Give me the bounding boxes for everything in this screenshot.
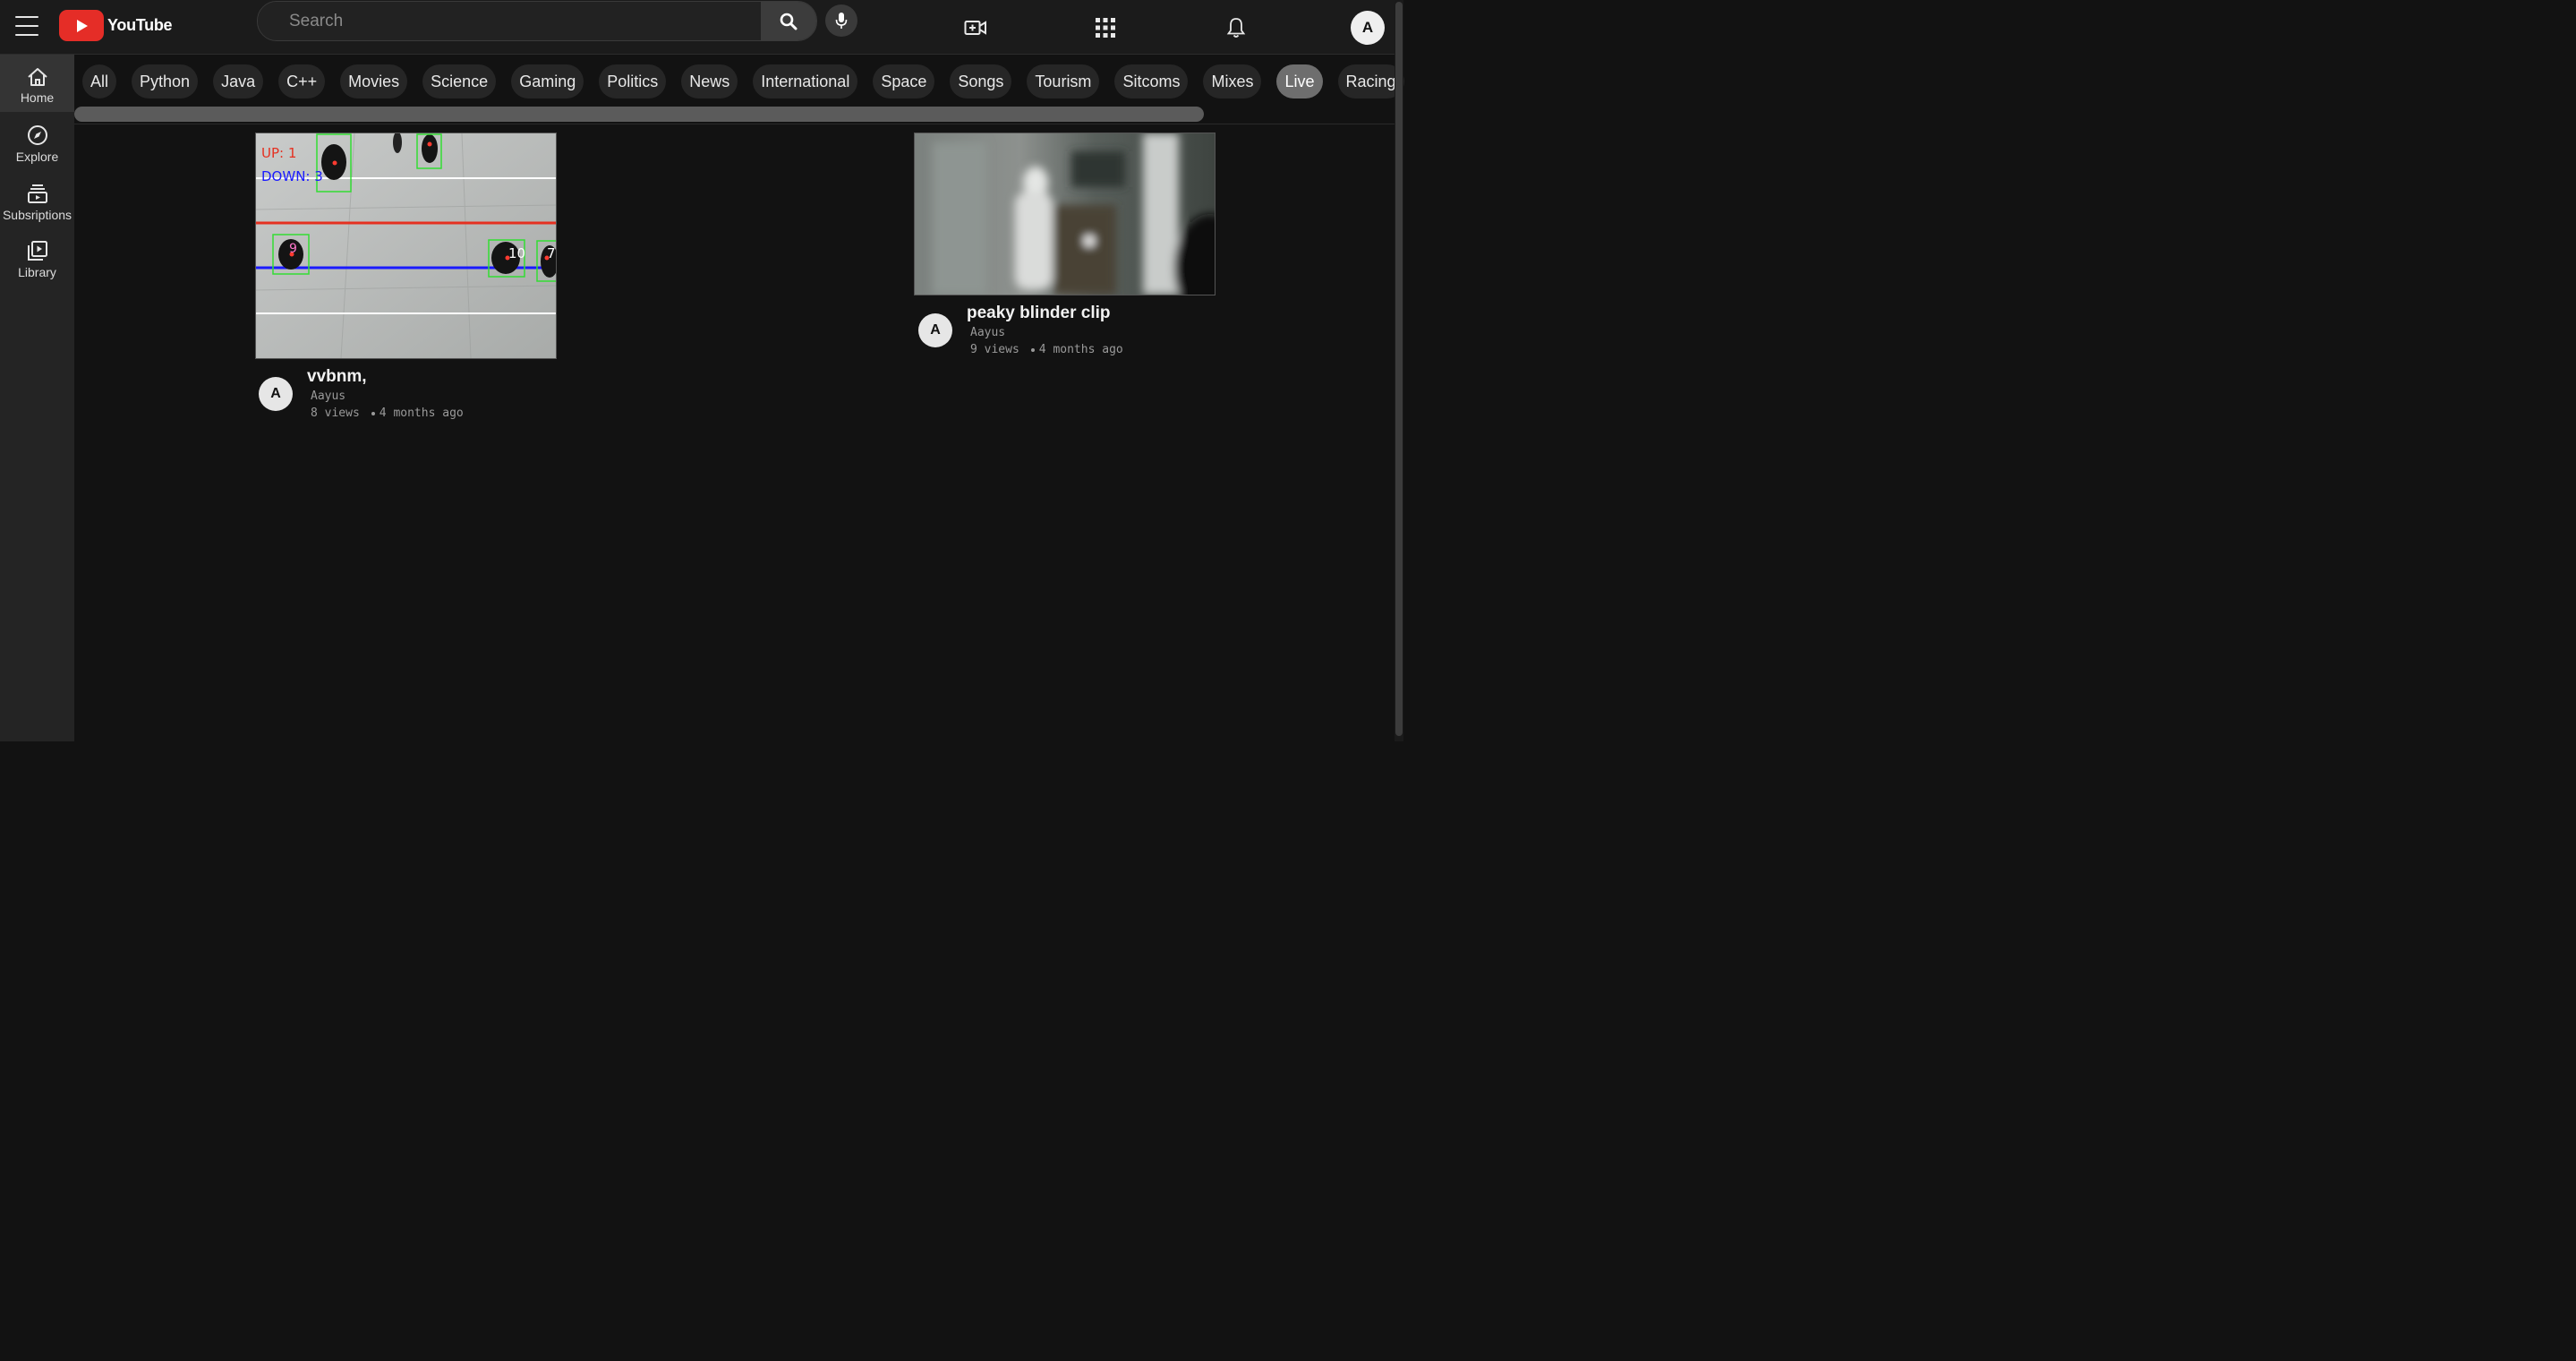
compass-icon [27,121,48,146]
chip-science[interactable]: Science [422,64,497,98]
subscriptions-icon [27,179,48,204]
mic-icon [835,13,848,29]
upload-age: 4 months ago [379,407,464,420]
video-title[interactable]: peaky blinder clip [967,304,1111,323]
separator-dot [371,411,375,415]
search-box [257,1,817,41]
chip-movies[interactable]: Movies [340,64,408,98]
video-card: A peaky blinder clip Aayus 9 views 4 mont… [914,133,1218,365]
chip-all[interactable]: All [82,64,117,98]
search-icon [780,13,798,30]
top-bar: YouTube Search A [0,0,1403,55]
sidebar-item-explore[interactable]: Explore [0,114,74,171]
sidebar: Home Explore Subsriptions Library [0,55,74,741]
chip-java[interactable]: Java [213,64,264,98]
page-scrollbar[interactable] [1395,2,1403,736]
chip-sitcoms[interactable]: Sitcoms [1114,64,1189,98]
sidebar-item-subscriptions[interactable]: Subsriptions [0,172,74,229]
sidebar-item-label: Subsriptions [2,208,73,222]
view-count: 9 views [970,343,1019,356]
apps-grid-icon[interactable] [1092,14,1119,41]
library-icon [27,236,48,261]
channel-avatar[interactable]: A [918,313,952,347]
create-video-icon[interactable] [962,14,989,41]
video-title[interactable]: vvbnm, [307,367,367,387]
sidebar-item-library[interactable]: Library [0,229,74,287]
chip-mixes[interactable]: Mixes [1203,64,1262,98]
video-card: UP: 1 DOWN: 3 9 10 7 A vvbnm, Aayus 8 vi… [255,133,559,428]
user-avatar[interactable]: A [1351,11,1385,45]
chip-news[interactable]: News [681,64,738,98]
chip-tourism[interactable]: Tourism [1027,64,1100,98]
sidebar-item-home[interactable]: Home [0,55,74,112]
chip-space[interactable]: Space [873,64,935,98]
search-button[interactable] [761,2,816,40]
menu-icon[interactable] [15,16,38,38]
video-thumbnail[interactable]: UP: 1 DOWN: 3 9 10 7 [255,133,557,359]
search-input[interactable] [258,2,761,40]
separator-dot [1030,347,1035,352]
chip-live[interactable]: Live [1276,64,1323,98]
play-logo-icon [59,10,104,41]
chip-cpp[interactable]: C++ [278,64,326,98]
category-chip-bar: All Python Java C++ Movies Science Gamin… [74,56,1404,124]
chip-gaming[interactable]: Gaming [511,64,584,98]
overlay-id-label: 9 [289,242,297,256]
chip-politics[interactable]: Politics [599,64,667,98]
channel-avatar[interactable]: A [259,377,293,411]
video-meta: 9 views 4 months ago [970,343,1123,356]
home-icon [27,62,48,87]
overlay-up-count: UP: 1 [261,145,296,161]
sidebar-item-label: Home [20,90,55,105]
overlay-id-label: 10 [508,245,525,261]
chip-international[interactable]: International [753,64,858,98]
sidebar-item-label: Explore [15,150,59,164]
channel-name[interactable]: Aayus [970,326,1005,339]
channel-name[interactable]: Aayus [311,389,345,403]
upload-age: 4 months ago [1038,343,1123,356]
video-meta: 8 views 4 months ago [311,407,464,420]
overlay-id-label: 7 [547,245,556,261]
bell-icon[interactable] [1223,14,1250,41]
video-thumbnail[interactable] [914,133,1215,295]
logo-text: YouTube [107,16,173,34]
youtube-logo[interactable]: YouTube [59,10,173,41]
view-count: 8 views [311,407,360,420]
chip-list: All Python Java C++ Movies Science Gamin… [82,64,1420,98]
chip-python[interactable]: Python [132,64,199,98]
voice-search-button[interactable] [825,4,857,37]
chip-scrollbar[interactable] [74,107,1204,122]
chip-songs[interactable]: Songs [950,64,1012,98]
sidebar-item-label: Library [18,265,56,279]
overlay-down-count: DOWN: 3 [261,168,323,184]
